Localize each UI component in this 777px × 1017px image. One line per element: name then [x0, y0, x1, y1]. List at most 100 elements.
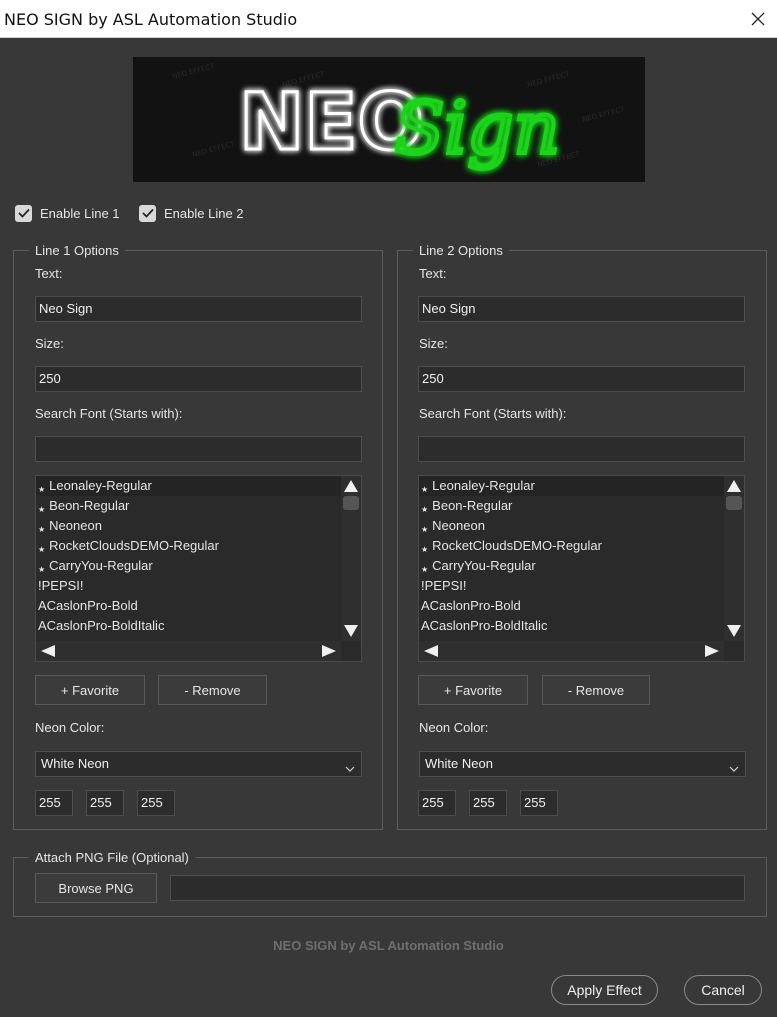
- apply-effect-button[interactable]: Apply Effect: [551, 975, 658, 1005]
- checkbox-checked-icon[interactable]: [139, 204, 156, 222]
- scroll-right-arrow-icon[interactable]: [319, 641, 339, 661]
- line-2-neon-color-select[interactable]: White Neon: [419, 751, 746, 777]
- line-2-red-input[interactable]: 255: [418, 790, 456, 816]
- chevron-down-icon: [729, 760, 739, 775]
- favorite-star-icon: ★: [421, 525, 429, 534]
- font-name: Leonaley-Regular: [432, 478, 535, 493]
- chevron-down-icon: [345, 760, 355, 775]
- vertical-scrollbar[interactable]: [724, 476, 744, 641]
- font-list-item[interactable]: !PEPSI!: [419, 576, 724, 596]
- line-1-remove-button[interactable]: - Remove: [158, 675, 267, 705]
- font-name: ACaslonPro-Bold: [38, 598, 138, 613]
- font-name: ACaslonPro-BoldItalic: [421, 618, 548, 633]
- scroll-down-arrow-icon[interactable]: [724, 623, 744, 639]
- line-2-text-input[interactable]: Neo Sign: [418, 296, 745, 322]
- scroll-thumb[interactable]: [343, 496, 359, 510]
- horizontal-scrollbar[interactable]: [36, 641, 341, 661]
- line-2-neon-color-value: White Neon: [425, 756, 493, 771]
- favorite-star-icon: ★: [38, 545, 46, 554]
- neo-sign-banner: NEO EFFECT NEO EFFECT NEO EFFECT NEO EFF…: [133, 57, 645, 182]
- line-1-font-list[interactable]: ★ Leonaley-Regular ★ Beon-Regular ★ Neoneon ★ R…: [35, 475, 362, 662]
- font-name: CarryYou-Regular: [432, 558, 536, 573]
- font-list-items: ★ Leonaley-Regular ★ Beon-Regular ★ Neoneon ★ R…: [419, 476, 724, 641]
- title-bar: NEO SIGN by ASL Automation Studio: [0, 0, 777, 38]
- font-name: ACaslonPro-Bold: [421, 598, 521, 613]
- window-title: NEO SIGN by ASL Automation Studio: [4, 10, 298, 29]
- favorite-star-icon: ★: [421, 485, 429, 494]
- scroll-left-arrow-icon[interactable]: [38, 641, 58, 661]
- font-list-item[interactable]: ACaslonPro-Bold: [419, 596, 724, 616]
- attach-png-title: Attach PNG File (Optional): [29, 850, 195, 865]
- line-1-green-input[interactable]: 255: [86, 790, 124, 816]
- line-2-text-label: Text:: [419, 266, 447, 281]
- checkbox-checked-icon[interactable]: [15, 204, 32, 222]
- font-list-item[interactable]: ★ CarryYou-Regular: [36, 556, 341, 576]
- line-2-favorite-button[interactable]: + Favorite: [418, 675, 528, 705]
- close-icon[interactable]: [743, 4, 773, 34]
- favorite-star-icon: ★: [38, 485, 46, 494]
- line-1-size-input[interactable]: 250: [35, 366, 362, 392]
- font-name: Beon-Regular: [432, 498, 513, 513]
- font-name: Leonaley-Regular: [49, 478, 152, 493]
- line-2-options-title: Line 2 Options: [413, 243, 509, 258]
- line-1-search-font-input[interactable]: [35, 436, 362, 462]
- font-list-item[interactable]: ACaslonPro-BoldItalic: [36, 616, 341, 636]
- scroll-right-arrow-icon[interactable]: [702, 641, 722, 661]
- line-1-red-input[interactable]: 255: [35, 790, 73, 816]
- line-2-size-input[interactable]: 250: [418, 366, 745, 392]
- enable-line-2-label: Enable Line 2: [164, 205, 244, 221]
- font-list-item[interactable]: ★ Beon-Regular: [36, 496, 341, 516]
- line-1-favorite-button[interactable]: + Favorite: [35, 675, 145, 705]
- horizontal-scrollbar[interactable]: [419, 641, 724, 661]
- favorite-star-icon: ★: [38, 565, 46, 574]
- browse-png-button[interactable]: Browse PNG: [35, 873, 157, 903]
- font-name: Neoneon: [432, 518, 485, 533]
- banner-word-sign: Sign: [395, 86, 560, 170]
- line-2-search-font-label: Search Font (Starts with):: [419, 406, 567, 421]
- font-list-item[interactable]: ★ Beon-Regular: [419, 496, 724, 516]
- scroll-left-arrow-icon[interactable]: [421, 641, 441, 661]
- line-2-neon-color-label: Neon Color:: [419, 720, 489, 735]
- scroll-up-arrow-icon[interactable]: [724, 478, 744, 494]
- font-name: !PEPSI!: [421, 578, 467, 593]
- line-2-search-font-input[interactable]: [418, 436, 745, 462]
- favorite-star-icon: ★: [421, 565, 429, 574]
- enable-line-2-checkbox[interactable]: Enable Line 2: [139, 203, 244, 223]
- font-list-item[interactable]: !PEPSI!: [36, 576, 341, 596]
- font-name: CarryYou-Regular: [49, 558, 153, 573]
- cancel-button[interactable]: Cancel: [684, 975, 762, 1005]
- line-1-search-font-label: Search Font (Starts with):: [35, 406, 183, 421]
- font-list-item[interactable]: ★ Neoneon: [36, 516, 341, 536]
- line-2-remove-button[interactable]: - Remove: [542, 675, 650, 705]
- font-list-item[interactable]: ★ Leonaley-Regular: [419, 476, 724, 496]
- font-name: !PEPSI!: [38, 578, 84, 593]
- scroll-up-arrow-icon[interactable]: [341, 478, 361, 494]
- png-path-input[interactable]: [170, 875, 745, 901]
- line-2-blue-input[interactable]: 255: [520, 790, 558, 816]
- line-2-font-list[interactable]: ★ Leonaley-Regular ★ Beon-Regular ★ Neoneon ★ R…: [418, 475, 745, 662]
- footer-credit: NEO SIGN by ASL Automation Studio: [273, 938, 504, 953]
- line-1-blue-input[interactable]: 255: [137, 790, 175, 816]
- font-name: ACaslonPro-BoldItalic: [38, 618, 165, 633]
- favorite-star-icon: ★: [38, 525, 46, 534]
- line-2-size-label: Size:: [419, 336, 448, 351]
- font-list-item[interactable]: ★ RocketCloudsDEMO-Regular: [419, 536, 724, 556]
- favorite-star-icon: ★: [38, 505, 46, 514]
- line-1-neon-color-select[interactable]: White Neon: [35, 751, 362, 777]
- font-list-item[interactable]: ACaslonPro-Bold: [36, 596, 341, 616]
- line-1-text-label: Text:: [35, 266, 63, 281]
- line-2-green-input[interactable]: 255: [469, 790, 507, 816]
- svg-text:NEO EFFECT: NEO EFFECT: [581, 105, 626, 124]
- vertical-scrollbar[interactable]: [341, 476, 361, 641]
- font-list-item[interactable]: ★ Leonaley-Regular: [36, 476, 341, 496]
- font-list-item[interactable]: ★ RocketCloudsDEMO-Regular: [36, 536, 341, 556]
- font-list-item[interactable]: ★ Neoneon: [419, 516, 724, 536]
- scroll-thumb[interactable]: [726, 496, 742, 510]
- scroll-down-arrow-icon[interactable]: [341, 623, 361, 639]
- enable-line-1-checkbox[interactable]: Enable Line 1: [15, 203, 120, 223]
- font-name: Neoneon: [49, 518, 102, 533]
- line-1-neon-color-value: White Neon: [41, 756, 109, 771]
- font-list-item[interactable]: ★ CarryYou-Regular: [419, 556, 724, 576]
- font-list-item[interactable]: ACaslonPro-BoldItalic: [419, 616, 724, 636]
- line-1-text-input[interactable]: Neo Sign: [35, 296, 362, 322]
